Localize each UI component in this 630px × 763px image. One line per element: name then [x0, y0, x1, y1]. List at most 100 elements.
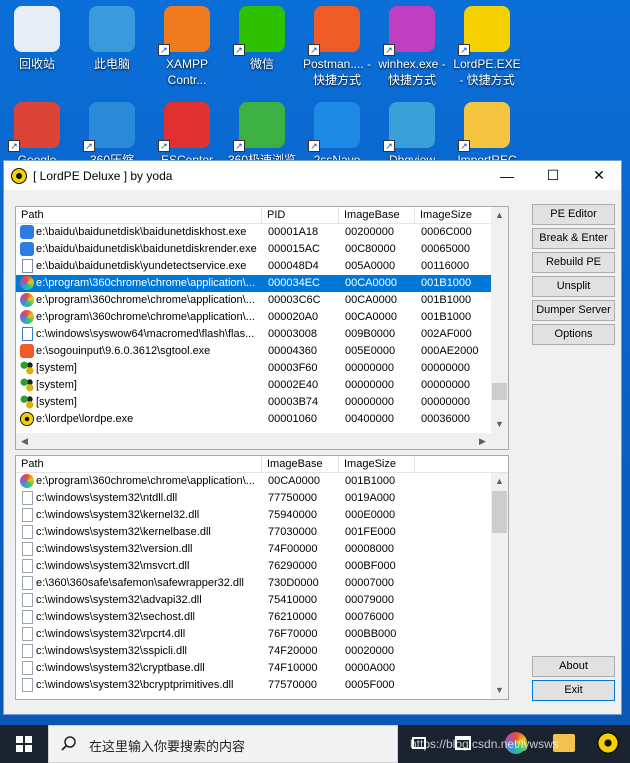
- module-list[interactable]: Path ImageBase ImageSize e:\program\360c…: [15, 455, 509, 700]
- scroll-right-arrow-icon[interactable]: ▶: [474, 433, 491, 449]
- module-row[interactable]: c:\windows\system32\bcryptprimitives.dll…: [16, 677, 491, 694]
- module-row[interactable]: e:\program\360chrome\chrome\application\…: [16, 473, 491, 490]
- desktop-icon[interactable]: 此电脑: [75, 4, 149, 90]
- module-row[interactable]: c:\windows\system32\kernelbase.dll 770300…: [16, 524, 491, 541]
- desktop-icon[interactable]: ↗ESCeptor: [150, 100, 224, 166]
- taskbar: 在这里输入你要搜索的内容 https://blog.csdn.net/lywsw…: [0, 725, 630, 763]
- scroll-up-arrow-icon[interactable]: ▲: [491, 207, 508, 224]
- desktop-icon[interactable]: 回收站: [0, 4, 74, 90]
- rebuild-pe-button[interactable]: Rebuild PE: [532, 252, 615, 273]
- column-header-imagesize[interactable]: ImageSize: [339, 456, 415, 473]
- process-imagebase: 00000000: [345, 362, 394, 374]
- module-row[interactable]: c:\windows\system32\ntdll.dll 77750000 001…: [16, 490, 491, 507]
- process-row[interactable]: e:\lordpe\lordpe.exe 00001060 00400000 0003…: [16, 411, 491, 428]
- scroll-down-arrow-icon[interactable]: ▼: [491, 682, 508, 699]
- process-row[interactable]: c:\windows\syswow64\macromed\flash\flas.…: [16, 326, 491, 343]
- process-imagesize: 00036000: [421, 413, 470, 425]
- process-list-vscroll[interactable]: ▲ ▼: [491, 207, 508, 433]
- title-bar[interactable]: [ LordPE Deluxe ] by yoda — ☐ ✕: [4, 161, 621, 190]
- window-title: [ LordPE Deluxe ] by yoda: [33, 168, 173, 183]
- module-row[interactable]: c:\windows\system32\cryptbase.dll 74F1000…: [16, 660, 491, 677]
- desktop-icon[interactable]: ↗Dbgview: [375, 100, 449, 166]
- process-row[interactable]: e:\sogouinput\9.6.0.3612\sgtool.exe 00004…: [16, 343, 491, 360]
- shortcut-arrow-icon: ↗: [383, 140, 395, 152]
- exit-button[interactable]: Exit: [532, 680, 615, 701]
- desktop-icon[interactable]: ↗ Postman.... - 快捷方式: [300, 4, 374, 90]
- desktop-app-icon: ↗: [158, 102, 210, 152]
- shortcut-arrow-icon: ↗: [8, 140, 20, 152]
- module-imagesize: 001B1000: [345, 475, 396, 487]
- minimize-button[interactable]: —: [484, 161, 530, 190]
- scroll-down-arrow-icon[interactable]: ▼: [491, 416, 508, 433]
- desktop-icon[interactable]: ↗ winhex.exe - 快捷方式: [375, 4, 449, 90]
- about-button[interactable]: About: [532, 656, 615, 677]
- options-button[interactable]: Options: [532, 324, 615, 345]
- process-pid: 000015AC: [268, 243, 320, 255]
- start-button[interactable]: [0, 725, 48, 763]
- process-imagebase: 00000000: [345, 396, 394, 408]
- taskbar-search-box[interactable]: 在这里输入你要搜索的内容: [48, 725, 398, 763]
- module-row[interactable]: c:\windows\system32\msvcrt.dll 76290000 00…: [16, 558, 491, 575]
- shortcut-arrow-icon: ↗: [158, 140, 170, 152]
- module-imagesize: 00008000: [345, 543, 394, 555]
- chrome360-icon: [20, 310, 34, 324]
- module-list-vscroll[interactable]: ▲ ▼: [491, 473, 508, 699]
- module-path: c:\windows\system32\rpcrt4.dll: [36, 628, 186, 640]
- desktop-app-icon: [14, 6, 60, 52]
- process-row[interactable]: e:\program\360chrome\chrome\application\…: [16, 309, 491, 326]
- column-header-imagesize[interactable]: ImageSize: [415, 207, 492, 224]
- module-row[interactable]: c:\windows\system32\sspicli.dll 74F20000 0…: [16, 643, 491, 660]
- desktop-icon[interactable]: ↗2ssNavo: [300, 100, 374, 166]
- scroll-left-arrow-icon[interactable]: ◀: [16, 433, 33, 449]
- desktop-icon[interactable]: ↗ LordPE.EXE - 快捷方式: [450, 4, 524, 90]
- scroll-thumb[interactable]: [492, 383, 507, 400]
- module-row[interactable]: c:\windows\system32\advapi32.dll 75410000…: [16, 592, 491, 609]
- process-row[interactable]: e:\program\360chrome\chrome\application\…: [16, 275, 491, 292]
- lordpe-taskbar-icon[interactable]: [597, 732, 619, 754]
- column-header-imagebase[interactable]: ImageBase: [339, 207, 415, 224]
- process-imagesize: 000AE2000: [421, 345, 479, 357]
- desktop-icon[interactable]: ↗ XAMPP Contr...: [150, 4, 224, 90]
- module-row[interactable]: c:\windows\system32\sechost.dll 76210000 0…: [16, 609, 491, 626]
- process-list[interactable]: Path PID ImageBase ImageSize e:\baidu\ba…: [15, 206, 509, 450]
- desktop-icon[interactable]: ↗Google: [0, 100, 74, 166]
- process-row[interactable]: [system] 00003B74 00000000 00000000: [16, 394, 491, 411]
- column-header-pid[interactable]: PID: [262, 207, 339, 224]
- process-row[interactable]: [system] 00003F60 00000000 00000000: [16, 360, 491, 377]
- desktop-icon[interactable]: ↗360压缩: [75, 100, 149, 166]
- break-enter-button[interactable]: Break & Enter: [532, 228, 615, 249]
- process-row[interactable]: [system] 00002E40 00000000 00000000: [16, 377, 491, 394]
- scroll-thumb[interactable]: [492, 491, 507, 533]
- pe-editor-button[interactable]: PE Editor: [532, 204, 615, 225]
- close-button[interactable]: ✕: [576, 161, 622, 190]
- module-path: c:\windows\system32\advapi32.dll: [36, 594, 202, 606]
- process-row[interactable]: e:\baidu\baidunetdisk\yundetectservice.e…: [16, 258, 491, 275]
- process-list-hscroll[interactable]: ◀ ▶: [16, 433, 508, 449]
- module-imagebase: 76290000: [268, 560, 317, 572]
- desktop-icon[interactable]: ↗ImportREC: [450, 100, 524, 166]
- module-imagebase: 74F20000: [268, 645, 318, 657]
- dumper-server-button[interactable]: Dumper Server: [532, 300, 615, 321]
- module-imagesize: 001FE000: [345, 526, 396, 538]
- process-row[interactable]: e:\baidu\baidunetdisk\baidunetdiskhost.e…: [16, 224, 491, 241]
- process-path: [system]: [36, 396, 77, 408]
- column-header-path[interactable]: Path: [16, 207, 262, 224]
- process-row[interactable]: e:\baidu\baidunetdisk\baidunetdiskrender…: [16, 241, 491, 258]
- maximize-button[interactable]: ☐: [530, 161, 576, 190]
- process-row[interactable]: e:\program\360chrome\chrome\application\…: [16, 292, 491, 309]
- module-row[interactable]: c:\windows\system32\kernel32.dll 75940000…: [16, 507, 491, 524]
- module-row[interactable]: c:\windows\system32\version.dll 74F00000 0…: [16, 541, 491, 558]
- module-imagesize: 000BF000: [345, 560, 396, 572]
- column-header-imagebase[interactable]: ImageBase: [262, 456, 339, 473]
- module-row[interactable]: c:\windows\system32\rpcrt4.dll 76F70000 00…: [16, 626, 491, 643]
- desktop-icon[interactable]: ↗ 微信: [225, 4, 299, 90]
- column-header-path[interactable]: Path: [16, 456, 262, 473]
- scroll-up-arrow-icon[interactable]: ▲: [491, 473, 508, 490]
- module-imagebase: 75940000: [268, 509, 317, 521]
- process-imagebase: 00200000: [345, 226, 394, 238]
- desktop-app-icon: ↗: [233, 6, 285, 56]
- dll-icon: [22, 644, 33, 658]
- unsplit-button[interactable]: Unsplit: [532, 276, 615, 297]
- desktop-icon[interactable]: ↗360极速浏览: [225, 100, 299, 166]
- module-row[interactable]: e:\360\360safe\safemon\safewrapper32.dll…: [16, 575, 491, 592]
